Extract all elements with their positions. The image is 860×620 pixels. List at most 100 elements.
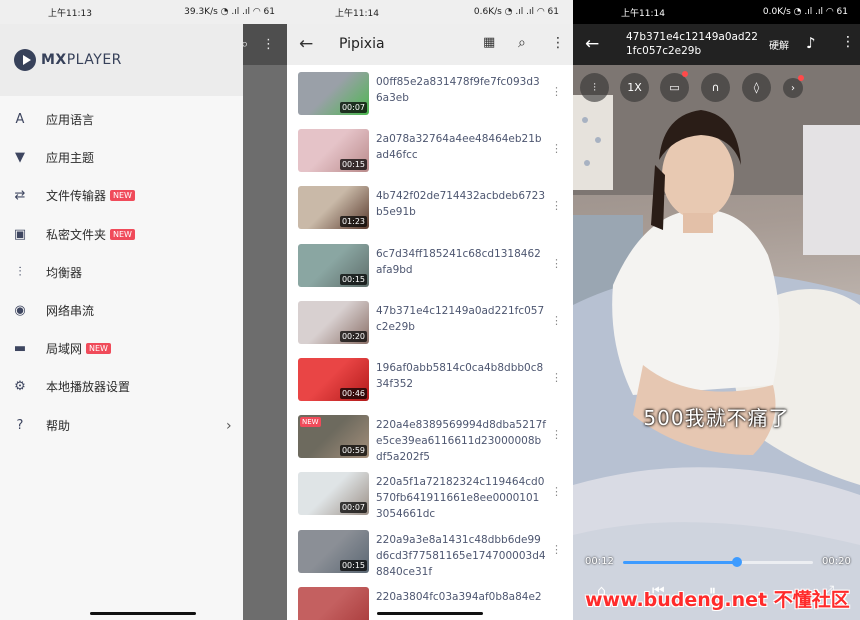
drawer-header: MXPLAYER [0,24,243,96]
home-indicator[interactable] [90,612,196,615]
network-speed: 0.0K/s [762,7,791,17]
current-time: 00:12 [585,556,614,567]
grid-view-icon[interactable]: ▦ [483,35,495,50]
drawer-item-text: 均衡器 [46,265,83,280]
network-speed: 0.6K/s [473,7,502,17]
video-filename: 220a3804fc03a394af0b8a84e2 [376,590,542,603]
video-filename: 47b371e4c12149a0ad221fc057c2e29b [376,304,545,333]
drawer-item-help[interactable]: ? 帮助 › [0,407,243,445]
playback-speed-label: 1X [627,81,642,94]
drawer-item-settings-gear[interactable]: ⚙ 本地播放器设置 [0,368,243,406]
video-list-item[interactable]: NEW 00:59 220a4e8389569994d8dba5217fe5ce39… [287,408,573,465]
new-badge: NEW [300,417,321,428]
overflow-menu-icon: ⋮ [262,37,275,52]
home-indicator[interactable] [377,612,483,615]
search-icon[interactable]: ⌕ [518,35,526,51]
video-list-item[interactable]: 00:15 6c7d34ff185241c68cd1318462afa9bd ⋮ [287,237,573,294]
video-list-item[interactable]: 00:20 47b371e4c12149a0ad221fc057c2e29b ⋮ [287,294,573,351]
item-more-options-icon[interactable]: ⋮ [551,142,562,155]
video-duration: 00:07 [339,502,367,514]
back-arrow-icon[interactable]: ← [299,34,313,54]
drawer-item-label: 帮助 [46,418,70,434]
seek-bar-thumb[interactable] [732,557,742,567]
subtitle-text: 500我就不痛了 [643,406,790,430]
video-frame[interactable]: ⫶ 1X ▭ ∩ ◊ › [573,65,860,620]
drawer-item-text: 应用语言 [46,113,95,127]
video-thumbnail: 00:15 [298,529,369,573]
item-more-options-icon[interactable]: ⋮ [551,199,562,212]
drawer-item-language[interactable]: A 应用语言 [0,101,243,139]
item-more-options-icon[interactable]: ⋮ [551,543,562,556]
back-arrow-icon[interactable]: ← [585,34,599,54]
total-duration: 00:20 [822,556,851,567]
item-more-options-icon[interactable]: ⋮ [551,428,562,441]
item-more-options-icon[interactable]: ⋮ [551,314,562,327]
player-top-bar: ← 47b371e4c12149a0ad221fc057c2e29b 硬解 ♪ … [573,24,860,65]
drawer-item-label: 应用语言 [46,112,94,128]
video-list-item[interactable]: 00:07 220a5f1a72182324c119464cd0570fb6419… [287,465,573,522]
status-time: 上午11:14 [621,8,665,19]
more-controls-chevron-button[interactable]: › [783,78,803,98]
drawer-item-network-stream[interactable]: ◉ 网络串流 [0,292,243,330]
equalizer-icon: ⫶ [18,264,22,280]
background-play-headphones-button[interactable]: ∩ [701,73,730,102]
help-icon: ? [16,417,24,433]
item-more-options-icon[interactable]: ⋮ [551,85,562,98]
overflow-menu-icon[interactable]: ⋮ [551,35,565,51]
overflow-menu-icon[interactable]: ⋮ [841,34,855,50]
drawer-item-lan[interactable]: ▬ 局域网 NEW [0,330,243,368]
screen-rotate-button[interactable]: ◊ [742,73,771,102]
item-more-options-icon[interactable]: ⋮ [551,371,562,384]
language-icon: A [15,112,25,127]
drawer-item-label: 应用主题 [46,150,94,166]
video-list-item[interactable]: 01:23 4b742f02de714432acbdeb6723b5e91b ⋮ [287,179,573,236]
drawer-item-text: 局域网 [46,342,83,357]
item-more-options-icon[interactable]: ⋮ [551,257,562,270]
mx-player-drawer-screen: 上午11:13 39.3K/s ◔ .ıl .ıl ◠ 61 ⌕ ⋮ MXPLA… [0,0,287,620]
brand-name: MXPLAYER [41,52,122,68]
playback-speed-button[interactable]: 1X [620,73,649,102]
video-list-item[interactable]: 00:46 196af0abb5814c0ca4b8dbb0c834f352 ⋮ [287,351,573,408]
drawer-item-text: 本地播放器设置 [46,380,131,395]
video-duration: 00:07 [339,102,367,113]
scrim-background[interactable]: ⌕ ⋮ [241,24,287,620]
behind-toolbar: ⌕ ⋮ [241,24,287,65]
video-thumbnail [298,586,369,620]
mx-logo-icon [14,49,36,71]
video-duration: 00:15 [339,273,367,285]
video-duration: 00:15 [339,159,367,171]
new-badge: NEW [110,228,135,240]
video-list-item[interactable]: 00:15 220a9a3e8a1431c48dbb6de99d6cd3f7758… [287,523,573,580]
notification-dot [682,71,688,77]
video-thumbnail: 00:07 [298,472,369,516]
drawer-item-private-folder[interactable]: ▣ 私密文件夹 NEW [0,216,243,254]
video-list-item[interactable]: 00:07 00ff85e2a831478f9fe7fc093d36a3eb ⋮ [287,65,573,122]
drawer-item-label: 局域网 NEW [46,341,111,357]
drawer-item-theme-shirt[interactable]: ▼ 应用主题 [0,139,243,177]
status-indicators: 0.6K/s ◔ .ıl .ıl ◠ 61 [473,7,559,17]
video-duration: 00:20 [339,330,367,342]
status-bar: 上午11:13 39.3K/s ◔ .ıl .ıl ◠ 61 [0,0,287,24]
popup-player-button[interactable]: ▭ [660,73,689,102]
music-note-icon[interactable]: ♪ [806,34,816,52]
drawer-item-label: 本地播放器设置 [46,379,130,395]
seek-bar[interactable] [623,557,813,567]
settings-gear-icon: ⚙ [14,379,26,395]
new-badge: NEW [86,343,111,355]
video-filename: 220a4e8389569994d8dba5217fe5ce39ea611661… [376,419,546,464]
drawer-item-equalizer[interactable]: ⫶ 均衡器 [0,254,243,292]
video-list-item[interactable]: 00:15 2a078a32764a4ee48464eb21bad46fcc ⋮ [287,122,573,179]
video-thumbnail: 00:07 [298,72,369,115]
status-bar: 上午11:14 0.0K/s ◔ .ıl .ıl ◠ 61 [573,0,860,24]
notification-dot [798,75,804,81]
drawer-item-text: 网络串流 [46,304,95,318]
folder-video-list-screen: 上午11:14 0.6K/s ◔ .ıl .ıl ◠ 61 ← Pipixia … [287,0,573,620]
equalizer-button[interactable]: ⫶ [580,73,609,102]
item-more-options-icon[interactable]: ⋮ [551,485,562,498]
drawer-item-file-transfer[interactable]: ⇄ 文件传输器 NEW [0,177,243,215]
video-player-screen: 上午11:14 0.0K/s ◔ .ıl .ıl ◠ 61 ← 47b371e4… [573,0,860,620]
hardware-decoder-toggle[interactable]: 硬解 [769,37,789,52]
video-duration: 01:23 [339,216,367,228]
video-duration: 00:59 [339,445,367,457]
video-thumbnail: 01:23 [298,186,369,230]
